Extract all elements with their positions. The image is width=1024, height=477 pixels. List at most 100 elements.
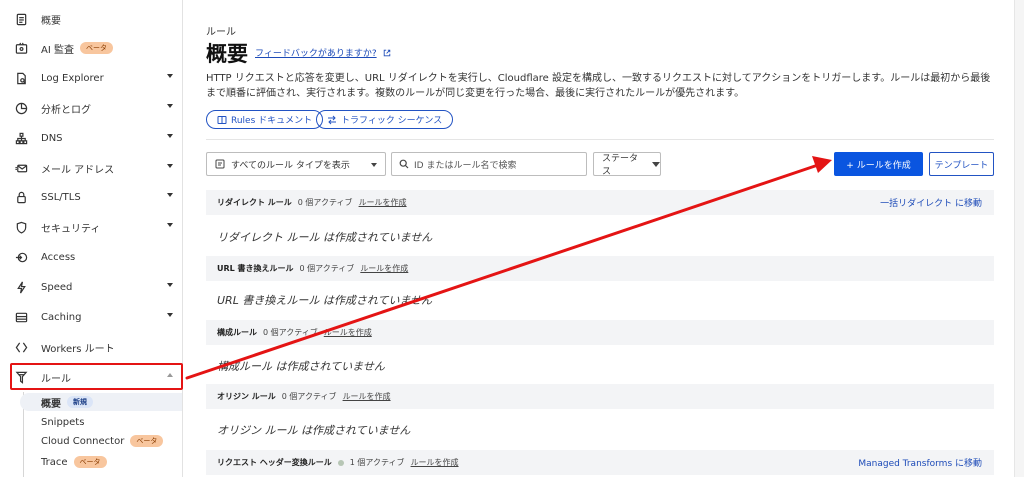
chevron-down-icon xyxy=(371,163,377,167)
section-create-rule-link[interactable]: ルールを作成 xyxy=(411,457,459,468)
beta-badge: ベータ xyxy=(130,435,164,447)
network-icon xyxy=(14,131,28,145)
sidebar-item-analytics-logs[interactable]: 分析とログ xyxy=(0,97,183,119)
sidebar-item-email[interactable]: メール アドレス xyxy=(0,157,183,179)
sidebar-item-workers-routes[interactable]: Workers ルート xyxy=(0,336,183,358)
sidebar-item-security[interactable]: セキュリティ xyxy=(0,216,183,238)
section-name: リクエスト ヘッダー変換ルール xyxy=(217,458,332,467)
sidebar-item-label: メール アドレス xyxy=(41,164,115,176)
empty-state: オリジン ルール は作成されていません xyxy=(217,424,411,437)
search-icon xyxy=(399,159,409,169)
section-active-count: 0 個アクティブ xyxy=(263,328,318,337)
status-filter-label: ステータス xyxy=(602,154,639,177)
bulk-redirect-link[interactable]: 一括リダイレクト に移動 xyxy=(880,196,982,209)
main-content: ルール 概要 フィードバックがありますか? HTTP リクエストと応答を変更し、… xyxy=(184,0,1014,477)
lightning-icon xyxy=(14,280,28,294)
chevron-down-icon[interactable] xyxy=(167,313,173,317)
sidebar-item-label: SSL/TLS xyxy=(41,191,81,203)
sidebar-item-access[interactable]: Access xyxy=(0,246,183,268)
sidebar-item-label: 概要 xyxy=(41,15,61,27)
status-filter[interactable]: ステータス xyxy=(593,152,661,177)
empty-state: リダイレクト ルール は作成されていません xyxy=(217,231,433,244)
sidebar-item-label: AI 監査 xyxy=(41,44,74,56)
sidebar-item-caching[interactable]: Caching xyxy=(0,306,183,328)
section-create-rule-link[interactable]: ルールを作成 xyxy=(360,263,408,274)
template-button[interactable]: テンプレート xyxy=(929,152,994,176)
breadcrumb[interactable]: ルール xyxy=(206,23,236,38)
sidebar-item-label: Speed xyxy=(41,281,73,293)
sidebar-item-ai-audit[interactable]: AI 監査 ベータ xyxy=(0,37,183,59)
sidebar-subitem-trace[interactable]: Trace ベータ xyxy=(20,453,182,471)
section-header-url-rewrite: URL 書き換えルール 0 個アクティブ ルールを作成 xyxy=(206,256,994,281)
rule-type-select[interactable]: すべてのルール タイプを表示 xyxy=(206,152,386,176)
sidebar-item-label: Access xyxy=(41,251,76,263)
lock-icon xyxy=(14,190,28,204)
sidebar: 概要 AI 監査 ベータ Log Explorer 分析とログ DNS メール … xyxy=(0,0,183,477)
status-dot xyxy=(337,459,344,466)
chevron-down-icon[interactable] xyxy=(167,134,173,138)
section-active-count: 0 個アクティブ xyxy=(297,198,353,207)
sidebar-subitem-label: Cloud Connector xyxy=(41,435,125,447)
divider xyxy=(206,139,994,140)
beta-badge: ベータ xyxy=(79,42,113,54)
search-placeholder: ID またはルール名で検索 xyxy=(414,160,517,171)
sidebar-item-label: Workers ルート xyxy=(41,343,115,355)
sidebar-item-ssl-tls[interactable]: SSL/TLS xyxy=(0,186,183,208)
empty-state: 構成ルール は作成されていません xyxy=(217,360,385,373)
sidebar-item-dns[interactable]: DNS xyxy=(0,127,183,149)
sidebar-item-overview[interactable]: 概要 xyxy=(0,8,183,30)
book-icon xyxy=(217,115,227,124)
chevron-down-icon[interactable] xyxy=(167,164,173,168)
managed-transforms-link[interactable]: Managed Transforms に移動 xyxy=(858,456,982,469)
chevron-down-icon[interactable] xyxy=(167,193,173,197)
section-name: オリジン ルール xyxy=(217,392,276,401)
section-header-config-rules: 構成ルール 0 個アクティブ ルールを作成 xyxy=(206,320,994,345)
sidebar-item-log-explorer[interactable]: Log Explorer xyxy=(0,67,183,89)
scrollbar[interactable] xyxy=(1014,0,1024,477)
rule-type-select-value: すべてのルール タイプを表示 xyxy=(231,160,350,171)
shield-icon xyxy=(14,220,28,234)
sidebar-subitem-label: 概要 xyxy=(41,398,61,410)
log-file-icon xyxy=(14,71,28,85)
beta-badge: ベータ xyxy=(73,456,107,468)
document-icon xyxy=(14,12,28,26)
section-create-rule-link[interactable]: ルールを作成 xyxy=(343,391,391,402)
page-description: HTTP リクエストと応答を変更し、URL リダイレクトを実行し、Cloudfl… xyxy=(206,73,991,99)
section-active-count: 0 個アクティブ xyxy=(281,392,337,401)
create-rule-button[interactable]: + ルールを作成 xyxy=(834,152,923,176)
section-create-rule-link[interactable]: ルールを作成 xyxy=(359,197,407,208)
feedback-link[interactable]: フィードバックがありますか? xyxy=(255,46,391,59)
chevron-down-icon[interactable] xyxy=(167,74,173,78)
section-create-rule-link[interactable]: ルールを作成 xyxy=(324,327,372,338)
sidebar-subitem-label: Trace xyxy=(41,456,68,468)
chevron-down-icon[interactable] xyxy=(167,283,173,287)
filter-list-icon xyxy=(215,159,225,169)
email-icon xyxy=(14,161,28,175)
sidebar-subitem-cloud-connector[interactable]: Cloud Connector ベータ xyxy=(20,432,182,450)
access-icon xyxy=(14,250,28,264)
swap-arrows-icon xyxy=(328,115,336,124)
section-active-count: 1 個アクティブ xyxy=(349,458,405,467)
section-active-count: 0 個アクティブ xyxy=(299,264,355,273)
sidebar-item-speed[interactable]: Speed xyxy=(0,276,183,298)
section-header-request-header-transform: リクエスト ヘッダー変換ルール 1 個アクティブ ルールを作成 Managed … xyxy=(206,450,994,475)
rules-docs-button[interactable]: Rules ドキュメント xyxy=(206,110,324,129)
ai-audit-icon xyxy=(14,41,28,55)
sidebar-item-label: DNS xyxy=(41,132,63,144)
search-input[interactable]: ID またはルール名で検索 xyxy=(391,152,587,176)
sidebar-subitem-label: Snippets xyxy=(41,416,85,428)
traffic-sequence-button[interactable]: トラフィック シーケンス xyxy=(316,110,454,129)
section-name: リダイレクト ルール xyxy=(217,198,292,207)
section-name: URL 書き換えルール xyxy=(217,264,294,273)
sidebar-item-label: Log Explorer xyxy=(41,72,104,84)
sidebar-subitem-snippets[interactable]: Snippets xyxy=(20,413,182,431)
sidebar-subitem-overview[interactable]: 概要 新規 xyxy=(20,393,182,411)
section-header-origin-rules: オリジン ルール 0 個アクティブ ルールを作成 xyxy=(206,384,994,409)
chevron-down-icon[interactable] xyxy=(167,104,173,108)
workers-icon xyxy=(14,340,28,354)
rules-docs-label: Rules ドキュメント xyxy=(231,116,313,126)
chevron-down-icon[interactable] xyxy=(167,223,173,227)
sidebar-item-label: Caching xyxy=(41,311,82,323)
section-name: 構成ルール xyxy=(217,328,257,337)
page-title: 概要 xyxy=(206,42,248,66)
